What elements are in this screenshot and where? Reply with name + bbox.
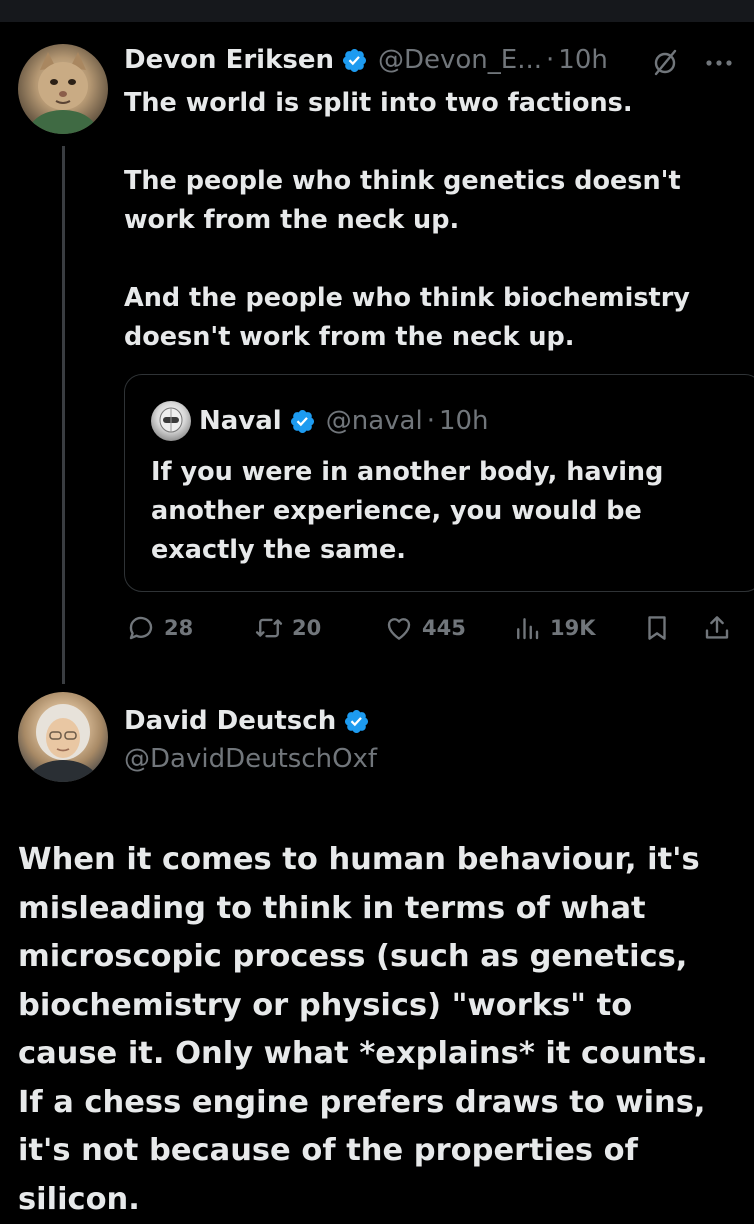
- repost-icon: [255, 618, 283, 638]
- verified-badge-icon: [345, 709, 369, 733]
- quoted-tweet-header: Naval @naval · 10h: [151, 401, 489, 441]
- reply-tweet-body: When it comes to human behaviour, it's m…: [18, 842, 708, 1217]
- top-status-bar: [0, 0, 754, 22]
- reply-author-header: David Deutsch: [124, 702, 370, 740]
- robot-avatar-icon: [159, 407, 183, 433]
- views-count: 19K: [550, 616, 596, 640]
- devon-eriksen-avatar[interactable]: [18, 44, 108, 134]
- reply-icon: [129, 616, 153, 640]
- tweet-paragraph: And the people who think biochemistry do…: [124, 283, 690, 352]
- share-button[interactable]: [702, 610, 740, 646]
- more-options-icon[interactable]: [702, 48, 736, 78]
- reply-author-handle[interactable]: @DavidDeutschOxf: [124, 740, 377, 778]
- naval-avatar[interactable]: [151, 401, 191, 441]
- quoted-author-handle[interactable]: @naval: [326, 406, 423, 436]
- cat-avatar-icon: [29, 52, 97, 134]
- quoted-timestamp[interactable]: 10h: [439, 406, 489, 436]
- like-count: 445: [422, 616, 466, 640]
- views-button[interactable]: 19K: [512, 610, 596, 646]
- repost-count: 20: [292, 616, 322, 640]
- tweet-body: The world is split into two factions. Th…: [124, 84, 734, 357]
- quoted-tweet-body: If you were in another body, having anot…: [151, 457, 664, 565]
- tweet-paragraph: The people who think genetics doesn't wo…: [124, 166, 681, 235]
- author-name[interactable]: Devon Eriksen: [124, 45, 334, 75]
- quoted-tweet-card[interactable]: Naval @naval · 10h If you were in anothe…: [124, 374, 754, 592]
- separator-dot: ·: [546, 45, 555, 75]
- person-avatar-icon: [27, 704, 99, 782]
- tweet-action-bar: 28 20 445 19K: [0, 610, 754, 646]
- separator-dot: ·: [426, 406, 435, 436]
- grok-icon[interactable]: [650, 48, 680, 78]
- bookmark-button[interactable]: [642, 610, 680, 646]
- thread-connector-line: [62, 146, 65, 684]
- quoted-author-name[interactable]: Naval: [199, 406, 282, 436]
- views-icon: [517, 618, 539, 640]
- timestamp[interactable]: 10h: [558, 45, 608, 75]
- reply-author-name[interactable]: David Deutsch: [124, 706, 336, 736]
- verified-badge-icon: [290, 409, 314, 433]
- bookmark-icon: [648, 616, 666, 640]
- verified-badge-icon: [342, 48, 367, 72]
- reply-button[interactable]: 28: [126, 610, 193, 646]
- tweet-paragraph: The world is split into two factions.: [124, 88, 633, 118]
- tweet-header: Devon Eriksen @Devon_E... · 10h: [124, 40, 608, 80]
- heart-icon: [387, 618, 411, 640]
- share-icon: [705, 616, 729, 639]
- david-deutsch-avatar[interactable]: [18, 692, 108, 782]
- like-button[interactable]: 445: [384, 610, 466, 646]
- reply-count: 28: [164, 616, 194, 640]
- repost-button[interactable]: 20: [254, 610, 321, 646]
- author-handle[interactable]: @Devon_E...: [378, 45, 542, 75]
